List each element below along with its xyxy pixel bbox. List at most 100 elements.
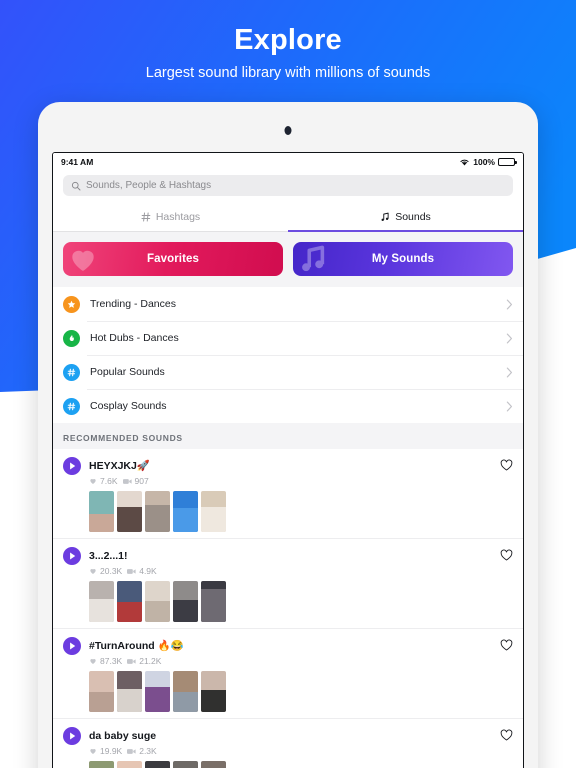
device-screen: 9:41 AM 100% Sounds, People & Hashtags H… — [52, 152, 524, 768]
thumbnail[interactable] — [145, 761, 170, 768]
favorite-button[interactable] — [500, 728, 513, 746]
sound-video-count: 4.9K — [139, 566, 157, 576]
status-bar-right: 100% — [459, 157, 517, 167]
sound-like-count: 20.3K — [100, 566, 123, 576]
video-icon — [127, 568, 136, 574]
favorite-button[interactable] — [500, 638, 513, 656]
hashtag-icon — [63, 363, 80, 381]
thumbnail[interactable] — [117, 581, 142, 622]
status-bar-time: 9:41 AM — [61, 157, 94, 167]
sound-stats: 19.9K 2.3K — [89, 746, 492, 756]
content-area: Favorites My Sounds Trending - Dances Ho… — [53, 232, 523, 768]
video-icon — [122, 478, 132, 484]
heart-icon — [90, 478, 96, 484]
thumbnail[interactable] — [145, 581, 170, 622]
sound-video-count: 21.2K — [139, 656, 162, 666]
category-label: Trending - Dances — [90, 298, 176, 310]
video-icon — [127, 748, 136, 754]
search-input[interactable]: Sounds, People & Hashtags — [63, 175, 513, 196]
sound-row[interactable]: 3...2...1! 20.3K 4.9K — [53, 539, 523, 629]
play-icon[interactable] — [63, 457, 81, 475]
sound-thumbnail-strip — [89, 581, 513, 622]
thumbnail[interactable] — [145, 491, 170, 532]
category-row-trending-dances[interactable]: Trending - Dances — [53, 287, 523, 321]
heart-outline-icon — [500, 729, 513, 741]
category-row-hot-dubs-dances[interactable]: Hot Dubs - Dances — [53, 321, 523, 355]
play-icon[interactable] — [63, 727, 81, 745]
play-icon[interactable] — [63, 637, 81, 655]
thumbnail[interactable] — [117, 491, 142, 532]
thumbnail[interactable] — [173, 581, 198, 622]
sound-title: HEYXJKJ🚀 — [89, 460, 150, 472]
category-row-cosplay-sounds[interactable]: Cosplay Sounds — [53, 389, 523, 423]
thumbnail[interactable] — [173, 671, 198, 712]
my-sounds-button-label: My Sounds — [371, 253, 435, 265]
video-icon — [127, 658, 136, 664]
tab-bar: Hashtags Sounds — [53, 202, 523, 232]
thumbnail[interactable] — [89, 761, 114, 768]
sound-row[interactable]: #TurnAround 🔥😂 87.3K 21.2K — [53, 629, 523, 719]
thumbnail[interactable] — [117, 671, 142, 712]
category-row-popular-sounds[interactable]: Popular Sounds — [53, 355, 523, 389]
tablet-device-frame: 9:41 AM 100% Sounds, People & Hashtags H… — [38, 102, 538, 768]
my-sounds-button[interactable]: My Sounds — [293, 242, 513, 276]
heart-icon — [90, 658, 96, 664]
thumbnail[interactable] — [201, 491, 226, 532]
sound-thumbnail-strip — [89, 491, 513, 532]
recommended-sound-list: HEYXJKJ🚀 7.6K 907 3...2...1! 20.3K 4.9K … — [53, 449, 523, 768]
wifi-icon — [460, 159, 469, 166]
fire-icon — [63, 329, 80, 347]
thumbnail[interactable] — [201, 761, 226, 768]
thumbnail[interactable] — [173, 761, 198, 768]
heart-icon — [90, 568, 96, 574]
sound-row[interactable]: da baby suge 19.9K 2.3K — [53, 719, 523, 768]
heart-outline-icon — [500, 639, 513, 651]
favorite-button[interactable] — [500, 548, 513, 566]
thumbnail[interactable] — [145, 671, 170, 712]
sound-stats: 87.3K 21.2K — [89, 656, 492, 666]
category-label: Cosplay Sounds — [90, 400, 167, 412]
favorites-button[interactable]: Favorites — [63, 242, 283, 276]
tab-sounds-label: Sounds — [395, 210, 431, 223]
star-icon — [63, 295, 80, 313]
battery-icon — [498, 158, 517, 166]
hashtag-icon — [141, 212, 151, 221]
thumbnail[interactable] — [201, 581, 226, 622]
search-placeholder: Sounds, People & Hashtags — [86, 180, 212, 191]
favorite-button[interactable] — [500, 458, 513, 476]
thumbnail[interactable] — [89, 491, 114, 532]
category-list: Trending - Dances Hot Dubs - Dances Popu… — [53, 287, 523, 423]
play-icon[interactable] — [63, 547, 81, 565]
heart-outline-icon — [500, 459, 513, 471]
favorites-button-label: Favorites — [146, 253, 200, 265]
quick-actions-row: Favorites My Sounds — [53, 232, 523, 287]
thumbnail[interactable] — [89, 581, 114, 622]
recommended-section-title: RECOMMENDED SOUNDS — [53, 423, 523, 449]
music-note-icon — [302, 245, 325, 272]
music-note-icon — [381, 212, 389, 221]
chevron-right-icon — [506, 401, 513, 411]
sound-like-count: 7.6K — [100, 476, 118, 486]
chevron-right-icon — [506, 333, 513, 343]
heart-icon — [72, 250, 94, 271]
sound-title: da baby suge — [89, 730, 157, 742]
heart-outline-icon — [500, 549, 513, 561]
thumbnail[interactable] — [201, 671, 226, 712]
thumbnail[interactable] — [173, 491, 198, 532]
sound-title: 3...2...1! — [89, 550, 128, 562]
thumbnail[interactable] — [117, 761, 142, 768]
front-camera-dot — [284, 126, 292, 135]
tab-hashtags[interactable]: Hashtags — [53, 202, 288, 231]
chevron-right-icon — [506, 367, 513, 377]
sound-thumbnail-strip — [89, 671, 513, 712]
hero-header: Explore Largest sound library with milli… — [0, 20, 576, 84]
page-subtitle: Largest sound library with millions of s… — [145, 65, 431, 81]
sound-video-count: 907 — [134, 476, 149, 486]
tab-sounds[interactable]: Sounds — [288, 202, 523, 232]
thumbnail[interactable] — [89, 671, 114, 712]
page-title: Explore — [234, 24, 342, 56]
battery-percent-label: 100% — [473, 157, 495, 167]
sound-row[interactable]: HEYXJKJ🚀 7.6K 907 — [53, 449, 523, 539]
sound-like-count: 87.3K — [100, 656, 123, 666]
sound-stats: 20.3K 4.9K — [89, 566, 492, 576]
